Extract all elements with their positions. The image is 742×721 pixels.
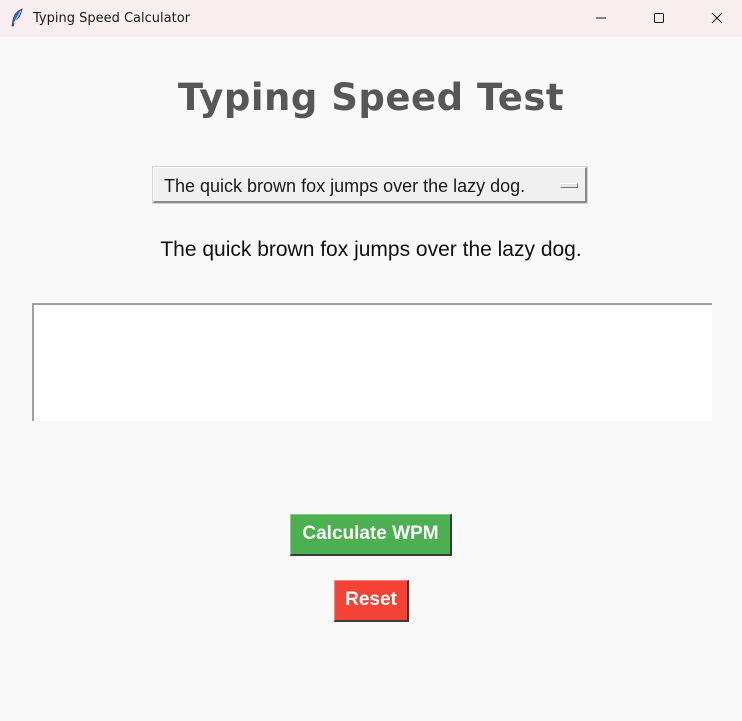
close-icon: [711, 9, 723, 28]
minimize-icon: [595, 9, 607, 28]
reset-button[interactable]: Reset: [334, 580, 409, 622]
close-button[interactable]: [688, 0, 742, 37]
typing-input[interactable]: [32, 303, 712, 421]
minimize-button[interactable]: [572, 0, 630, 37]
maximize-icon: [653, 9, 665, 28]
sentence-select-value: The quick brown fox jumps over the lazy …: [164, 176, 526, 196]
page-title: Typing Speed Test: [177, 76, 565, 119]
maximize-button[interactable]: [630, 0, 688, 37]
calculate-wpm-button[interactable]: Calculate WPM: [290, 514, 452, 556]
title-bar[interactable]: Typing Speed Calculator: [0, 0, 742, 37]
app-window: Typing Speed Calculator Typing Speed Tes…: [0, 0, 742, 721]
sentence-select[interactable]: The quick brown fox jumps over the lazy …: [152, 166, 588, 204]
feather-icon: [9, 8, 25, 28]
window-title: Typing Speed Calculator: [33, 11, 190, 26]
option-menu-indicator-icon: [560, 183, 578, 188]
target-sentence: The quick brown fox jumps over the lazy …: [160, 238, 582, 261]
